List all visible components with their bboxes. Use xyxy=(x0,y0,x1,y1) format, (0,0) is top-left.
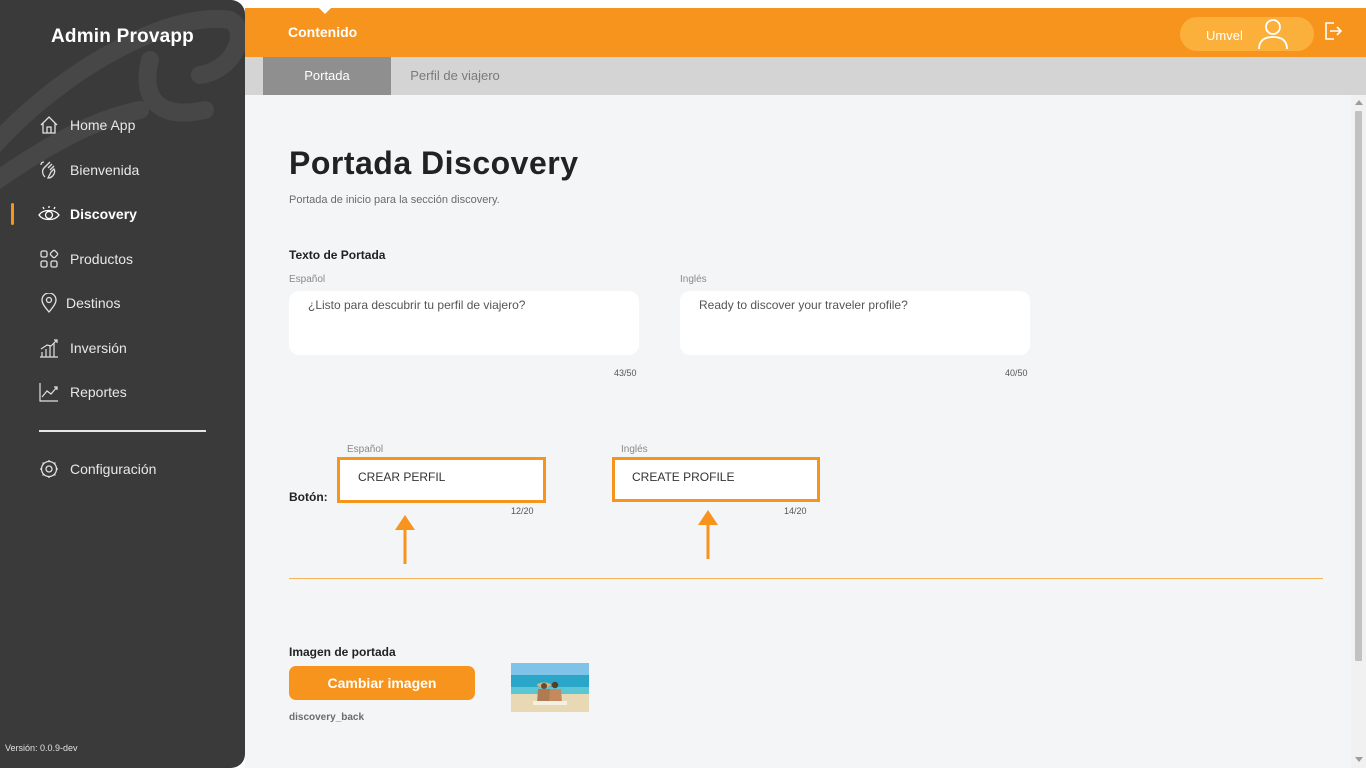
app-root: Admin Provapp Home App Bienvenida Discov… xyxy=(0,0,1366,768)
sidebar-item-reportes[interactable]: Reportes xyxy=(0,377,245,407)
boton-es-counter: 12/20 xyxy=(511,506,534,516)
location-pin-icon xyxy=(38,292,60,314)
scroll-up-icon[interactable] xyxy=(1355,100,1363,105)
sidebar-item-label: Destinos xyxy=(66,295,121,311)
section-divider xyxy=(289,578,1323,579)
sidebar-item-home-app[interactable]: Home App xyxy=(0,110,245,140)
sidebar-item-label: Configuración xyxy=(70,461,157,477)
tabs-bar: Portada Perfil de viajero xyxy=(245,57,1366,95)
boton-es-input[interactable]: CREAR PERFIL xyxy=(358,470,445,484)
texto-es-textarea[interactable]: ¿Listo para descubrir tu perfil de viaje… xyxy=(289,291,639,355)
section-caret-icon xyxy=(318,7,332,14)
sidebar-item-label: Discovery xyxy=(70,206,137,222)
app-version: Versión: 0.0.9-dev xyxy=(5,743,78,753)
texto-portada-heading: Texto de Portada xyxy=(289,248,386,262)
sidebar-item-destinos[interactable]: Destinos xyxy=(0,288,245,318)
boton-es-label: Español xyxy=(347,444,384,455)
sidebar-item-label: Home App xyxy=(70,117,136,133)
logout-icon[interactable] xyxy=(1323,21,1343,46)
tab-portada[interactable]: Portada xyxy=(263,57,391,95)
gear-icon xyxy=(38,458,60,480)
scrollbar-thumb[interactable] xyxy=(1355,111,1362,661)
scroll-down-icon[interactable] xyxy=(1355,757,1363,762)
sidebar-item-bienvenida[interactable]: Bienvenida xyxy=(0,155,245,185)
boton-en-label: Inglés xyxy=(621,444,648,455)
eye-icon xyxy=(38,203,60,225)
texto-es-label: Español xyxy=(289,274,326,285)
sidebar-item-label: Reportes xyxy=(70,384,127,400)
sidebar-item-label: Inversión xyxy=(70,340,127,356)
page-title: Portada Discovery xyxy=(289,145,579,181)
sidebar-item-discovery[interactable]: Discovery xyxy=(0,199,245,229)
bar-chart-icon xyxy=(38,337,60,359)
texto-es-counter: 43/50 xyxy=(614,368,637,378)
cambiar-imagen-button[interactable]: Cambiar imagen xyxy=(289,666,475,700)
sidebar-item-label: Productos xyxy=(70,251,134,267)
line-chart-icon xyxy=(38,381,60,403)
tab-perfil-de-viajero[interactable]: Perfil de viajero xyxy=(391,57,519,95)
section-title[interactable]: Contenido xyxy=(288,24,357,40)
sidebar-divider xyxy=(39,430,206,432)
sidebar-item-productos[interactable]: Productos xyxy=(0,244,245,274)
annotation-arrow-up-icon xyxy=(698,510,718,559)
page-subtitle: Portada de inicio para la sección discov… xyxy=(289,194,500,206)
sidebar-item-configuracion[interactable]: Configuración xyxy=(0,454,245,484)
vertical-scrollbar[interactable] xyxy=(1351,95,1366,768)
user-name: Umvel xyxy=(1206,28,1243,43)
imagen-portada-heading: Imagen de portada xyxy=(289,645,396,659)
annotation-arrow-up-icon xyxy=(395,515,415,564)
cover-image-thumbnail[interactable] xyxy=(511,663,589,712)
home-icon xyxy=(38,114,60,136)
user-avatar-icon xyxy=(1256,18,1290,55)
boton-heading: Botón: xyxy=(289,490,328,504)
boton-en-counter: 14/20 xyxy=(784,506,807,516)
texto-en-label: Inglés xyxy=(680,274,707,285)
texto-en-textarea[interactable]: Ready to discover your traveler profile? xyxy=(680,291,1030,355)
texto-en-counter: 40/50 xyxy=(1005,368,1028,378)
app-title: Admin Provapp xyxy=(50,26,194,47)
image-file-name: discovery_back xyxy=(289,712,365,723)
boton-en-input[interactable]: CREATE PROFILE xyxy=(632,470,734,484)
grid-icon xyxy=(38,248,60,270)
user-menu-button[interactable]: Umvel xyxy=(1180,17,1314,51)
waving-hand-icon xyxy=(38,159,60,181)
sidebar-item-inversion[interactable]: Inversión xyxy=(0,333,245,363)
sidebar: Admin Provapp Home App Bienvenida Discov… xyxy=(0,0,245,768)
top-bar: Contenido Umvel xyxy=(245,7,1366,57)
sidebar-item-label: Bienvenida xyxy=(70,162,140,178)
